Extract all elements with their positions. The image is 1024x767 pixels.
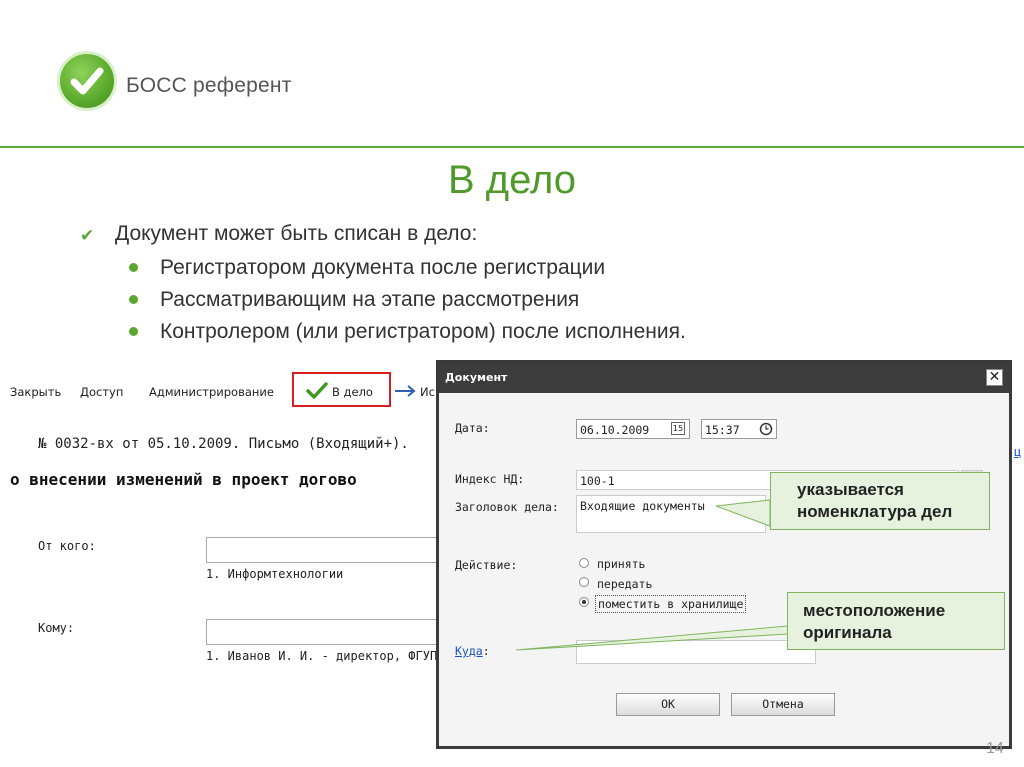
document-number: № 0032-вх от 05.10.2009. Письмо (Входящи… <box>38 436 409 452</box>
case-title-value: Входящие документы <box>580 499 705 513</box>
callout-location-line1: местоположение <box>803 601 946 620</box>
radio-transfer-label: передать <box>597 577 653 591</box>
document-dialog: Документ ✕ Дата: 06.10.2009 15 15:37 Инд… <box>436 360 1012 749</box>
action-label: Действие: <box>455 558 518 572</box>
where-colon: : <box>482 644 490 658</box>
callout-nomenclature: указывается номенклатура дел <box>770 472 990 530</box>
to-label: Кому: <box>38 621 75 635</box>
callout-location-line2: оригинала <box>803 623 892 642</box>
clock-icon[interactable] <box>759 422 773 436</box>
checkmark-bullet-icon: ✔ <box>80 226 95 245</box>
logo-text: БОСС референт <box>126 74 292 97</box>
main-bullet: Документ может быть списан в дело: <box>115 222 478 245</box>
radio-accept[interactable] <box>579 558 589 568</box>
case-title-input[interactable]: Входящие документы <box>576 495 766 533</box>
dialog-titlebar: Документ ✕ <box>439 363 1009 393</box>
cancel-button[interactable]: Отмена <box>731 693 835 716</box>
calendar-icon[interactable]: 15 <box>671 422 685 435</box>
right-edge-link[interactable]: ц <box>1014 445 1021 459</box>
sub-bullet: Контролером (или регистратором) после ис… <box>160 320 686 343</box>
index-value: 100-1 <box>580 474 615 488</box>
from-field[interactable] <box>206 537 438 563</box>
callout-nomenclature-line1: указывается <box>797 480 904 499</box>
dialog-title: Документ <box>445 371 508 384</box>
date-value: 06.10.2009 <box>580 423 650 437</box>
to-value: 1. Иванов И. И. - директор, ФГУП ( <box>206 649 452 663</box>
bullet-dot-icon <box>129 295 138 304</box>
callout-location: местоположение оригинала <box>787 592 1005 650</box>
sub-bullet: Регистратором документа после регистраци… <box>160 256 606 279</box>
from-value: 1. Информтехнологии <box>206 567 344 581</box>
radio-transfer[interactable] <box>579 577 589 587</box>
admin-button[interactable]: Администрирование <box>149 385 274 399</box>
radio-accept-label: принять <box>597 557 646 571</box>
index-label: Индекс НД: <box>455 472 525 486</box>
from-label: От кого: <box>38 539 96 553</box>
bullet-dot-icon <box>129 263 138 272</box>
sub-bullet: Рассматривающим на этапе рассмотрения <box>160 288 580 311</box>
check-icon <box>306 382 328 399</box>
check-icon <box>70 67 104 95</box>
case-title-label: Заголовок дела: <box>455 500 559 514</box>
bullet-dot-icon <box>129 327 138 336</box>
close-icon[interactable]: ✕ <box>986 369 1003 386</box>
close-button[interactable]: Закрыть <box>10 385 61 399</box>
where-input[interactable] <box>576 640 816 664</box>
where-link[interactable]: Куда <box>455 644 483 658</box>
page-number: 14 <box>986 740 1004 757</box>
document-subject: о внесении изменений в проект догово <box>10 470 357 489</box>
logo-icon <box>60 54 114 108</box>
to-field[interactable] <box>206 619 438 645</box>
slide-title: В дело <box>447 158 577 202</box>
v-delo-button[interactable]: В дело <box>332 385 373 399</box>
radio-store[interactable] <box>579 597 589 607</box>
toolbar-item-partial[interactable]: Ис <box>420 385 435 399</box>
callout-nomenclature-line2: номенклатура дел <box>797 502 953 521</box>
radio-store-label: поместить в хранилище <box>595 595 747 613</box>
where-label: Куда: <box>455 644 490 658</box>
arrow-right-icon <box>395 385 416 397</box>
header-divider <box>0 146 1024 148</box>
date-label: Дата: <box>455 421 490 435</box>
ok-button[interactable]: OK <box>616 693 720 716</box>
access-button[interactable]: Доступ <box>80 385 123 399</box>
time-value: 15:37 <box>705 423 740 437</box>
